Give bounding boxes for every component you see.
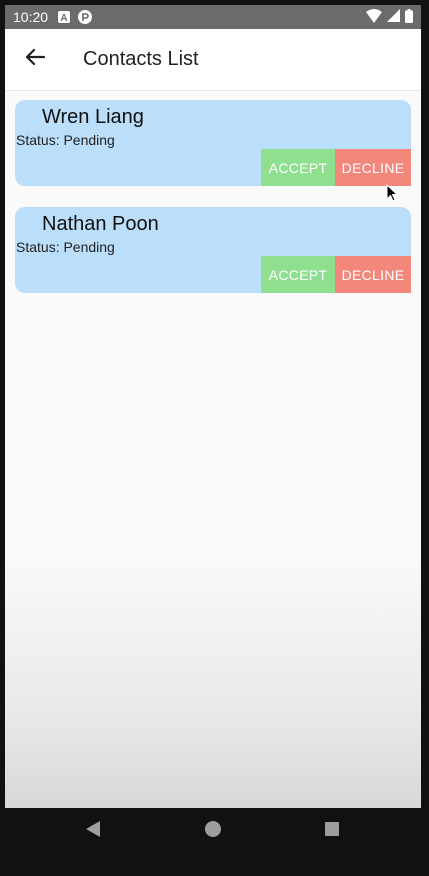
decline-button[interactable]: DECLINE	[335, 149, 411, 186]
home-circle-icon	[204, 820, 222, 843]
recents-square-icon	[324, 821, 340, 842]
svg-text:A: A	[60, 13, 67, 23]
back-triangle-icon	[85, 820, 101, 843]
status-time: 10:20	[13, 9, 49, 25]
nav-back-button[interactable]	[78, 816, 108, 846]
a-notification-icon: A	[58, 11, 71, 23]
page-title: Contacts List	[83, 48, 199, 70]
contact-status: Status: Pending	[16, 239, 115, 255]
contacts-list: Wren Liang Status: Pending ACCEPT DECLIN…	[15, 100, 411, 314]
contact-status: Status: Pending	[16, 132, 115, 148]
contact-actions: ACCEPT DECLINE	[261, 149, 411, 186]
accept-button[interactable]: ACCEPT	[261, 149, 335, 186]
accept-button[interactable]: ACCEPT	[261, 256, 335, 293]
signal-icon	[387, 9, 400, 25]
contact-actions: ACCEPT DECLINE	[261, 256, 411, 293]
arrow-back-icon	[25, 48, 46, 71]
battery-icon	[405, 8, 413, 26]
contact-card: Wren Liang Status: Pending ACCEPT DECLIN…	[15, 100, 411, 186]
status-bar: 10:20 A	[5, 5, 421, 29]
mouse-cursor-icon	[386, 183, 399, 207]
app-bar: Contacts List	[5, 29, 421, 91]
back-button[interactable]	[7, 32, 63, 88]
nav-home-button[interactable]	[198, 816, 228, 846]
nav-recents-button[interactable]	[317, 816, 347, 846]
contact-name: Wren Liang	[42, 106, 144, 128]
device-frame: 10:20 A Contacts List Wren Liang Status:…	[0, 0, 429, 876]
wifi-icon	[366, 8, 382, 26]
contact-card: Nathan Poon Status: Pending ACCEPT DECLI…	[15, 207, 411, 293]
app-screen: 10:20 A Contacts List Wren Liang Status:…	[5, 5, 421, 808]
circle-notification-icon	[78, 10, 93, 24]
contact-name: Nathan Poon	[42, 213, 159, 235]
decline-button[interactable]: DECLINE	[335, 256, 411, 293]
